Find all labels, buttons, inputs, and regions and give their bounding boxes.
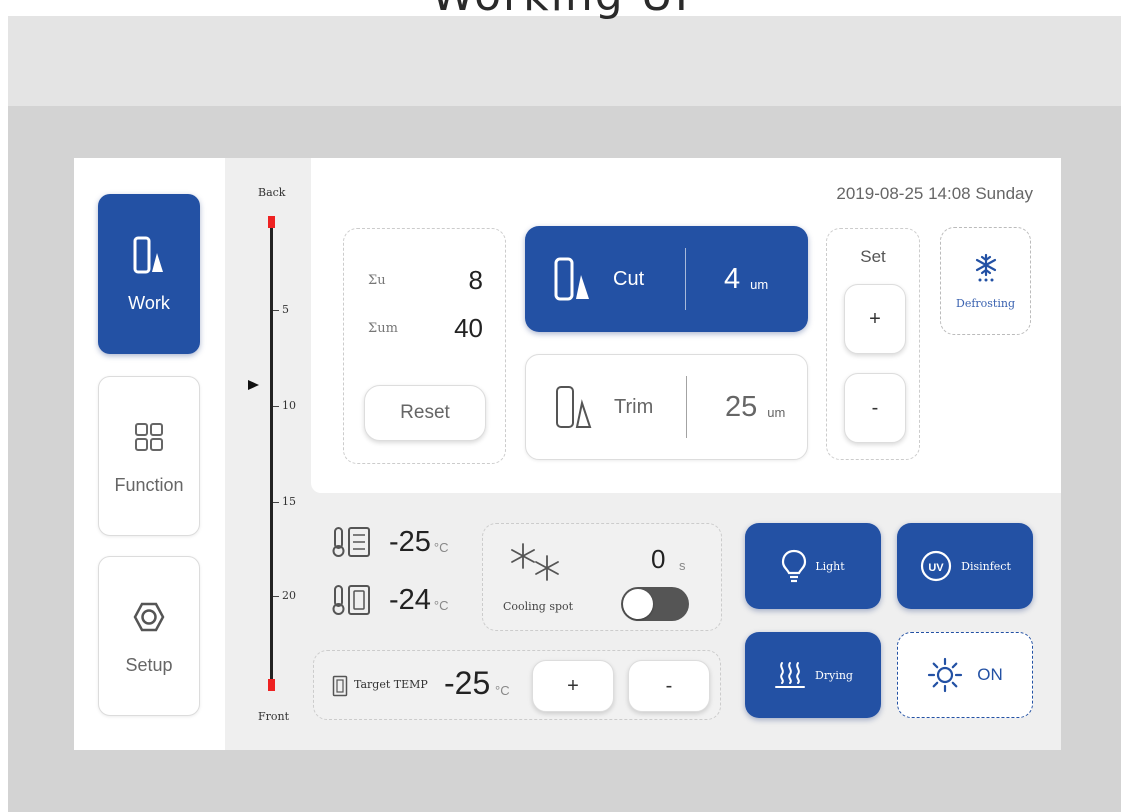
cooling-time-value: 0 xyxy=(651,544,666,574)
scale-tick-label: 15 xyxy=(282,495,296,508)
drying-button[interactable]: Drying xyxy=(745,632,881,718)
sum-u-row: Σu 8 xyxy=(368,265,483,296)
temp-2-value: -24 xyxy=(389,583,431,616)
scale-tick xyxy=(273,596,279,597)
target-temp-unit: °C xyxy=(495,683,510,698)
title-band xyxy=(8,16,1121,106)
page-title: Working UI xyxy=(0,0,1121,21)
scale-tick-label: 5 xyxy=(282,303,289,316)
scale-back-label: Back xyxy=(258,186,286,199)
section-counter: Σu 8 Σum 40 Reset xyxy=(343,228,506,464)
light-button[interactable]: Light xyxy=(745,523,881,609)
heat-icon xyxy=(775,662,806,688)
scale-marker-bottom xyxy=(268,679,275,691)
trim-mode-button[interactable]: Trim 25 um xyxy=(525,354,808,460)
thermometer-icon xyxy=(332,527,370,557)
scale-tick xyxy=(273,310,279,311)
trim-label: Trim xyxy=(614,395,654,418)
target-plus-button[interactable]: + xyxy=(532,660,614,712)
defrosting-button[interactable]: Defrosting xyxy=(940,227,1031,335)
hexagon-icon xyxy=(132,597,166,637)
cut-label: Cut xyxy=(613,267,645,290)
blade-icon xyxy=(132,235,166,275)
nav-function-button[interactable]: Function xyxy=(98,376,200,536)
thermometer-icon xyxy=(332,585,370,615)
scale-tick xyxy=(273,502,279,503)
divider xyxy=(686,376,687,438)
nav-work-label: Work xyxy=(128,292,170,313)
cooling-spot-panel: 0 s Cooling spot xyxy=(482,523,722,631)
uv-icon: UV xyxy=(921,550,952,582)
snowflakes-icon xyxy=(511,543,559,581)
disinfect-button[interactable]: UV Disinfect xyxy=(897,523,1033,609)
defrosting-label: Defrosting xyxy=(956,296,1015,310)
target-temp-panel: Target TEMP -25 °C + - xyxy=(313,650,721,720)
power-on-button[interactable]: ON xyxy=(897,632,1033,718)
nav-setup-button[interactable]: Setup xyxy=(98,556,200,716)
nav-sidebar: Work Function Setup xyxy=(74,158,225,750)
temp-1-value: -25 xyxy=(389,525,431,558)
scale-bar xyxy=(270,216,273,691)
temp-2-unit: °C xyxy=(433,597,449,613)
scale-tick xyxy=(273,406,279,407)
cooling-time-unit: s xyxy=(679,558,686,573)
position-scale: Back 5 10 15 20 Front xyxy=(225,158,307,750)
cut-mode-button[interactable]: Cut 4 um xyxy=(525,226,808,332)
temp-row-2: -24 °C xyxy=(331,583,449,617)
scale-tick-label: 20 xyxy=(282,589,296,602)
sum-um-value: 40 xyxy=(454,313,483,343)
target-minus-button[interactable]: - xyxy=(628,660,710,712)
set-panel: Set + - xyxy=(826,228,920,460)
position-pointer[interactable] xyxy=(248,380,259,390)
trim-thickness-value: 25 xyxy=(725,390,758,423)
target-temp-value: -25 xyxy=(444,665,491,701)
scale-tick-label: 10 xyxy=(282,399,296,412)
sum-u-value: 8 xyxy=(468,265,483,295)
nav-work-button[interactable]: Work xyxy=(98,194,200,354)
disinfect-label: Disinfect xyxy=(961,559,1011,573)
sum-um-label: Σum xyxy=(368,321,398,336)
cooling-spot-label: Cooling spot xyxy=(503,600,574,613)
power-on-label: ON xyxy=(977,665,1003,684)
set-plus-button[interactable]: + xyxy=(844,284,906,354)
drying-label: Drying xyxy=(815,668,853,682)
temp-1-unit: °C xyxy=(433,539,449,555)
cut-thickness-value: 4 xyxy=(724,262,741,295)
chamber-icon xyxy=(332,675,348,697)
scale-front-label: Front xyxy=(258,710,290,723)
grid-icon xyxy=(134,417,164,457)
divider xyxy=(685,248,686,310)
device-screen: Work Function Setup Back 5 10 15 20 Fron… xyxy=(74,158,1061,750)
trim-unit: um xyxy=(767,404,786,420)
nav-function-label: Function xyxy=(114,474,184,495)
cutting-panel: 2019-08-25 14:08 Sunday Σu 8 Σum 40 Rese… xyxy=(311,158,1061,493)
uv-badge: UV xyxy=(928,562,944,574)
temp-row-1: -25 °C xyxy=(331,525,449,559)
sum-um-row: Σum 40 xyxy=(368,313,483,344)
snowflake-icon xyxy=(975,253,996,281)
sum-u-label: Σu xyxy=(368,273,386,288)
sun-icon xyxy=(928,657,963,693)
datetime-display: 2019-08-25 14:08 Sunday xyxy=(836,184,1033,203)
set-minus-button[interactable]: - xyxy=(844,373,906,443)
cut-unit: um xyxy=(750,276,769,292)
scale-marker-top xyxy=(268,216,275,228)
blade-icon xyxy=(554,257,589,301)
temperature-readouts: -25 °C -24 °C xyxy=(311,503,482,631)
target-temp-label: Target TEMP xyxy=(354,678,428,691)
blade-icon xyxy=(556,386,592,428)
cooling-spot-toggle[interactable] xyxy=(621,587,689,621)
reset-button[interactable]: Reset xyxy=(364,385,486,441)
nav-setup-label: Setup xyxy=(125,654,173,675)
light-label: Light xyxy=(815,559,845,573)
set-label: Set xyxy=(860,247,886,266)
bulb-icon xyxy=(782,549,807,583)
toggle-knob xyxy=(623,589,653,619)
